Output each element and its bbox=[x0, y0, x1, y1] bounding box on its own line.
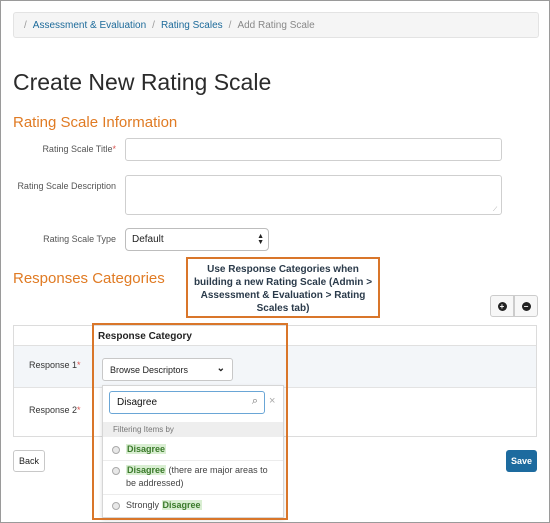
response-1-label: Response 1* bbox=[29, 360, 81, 370]
breadcrumb-link-assessment[interactable]: Assessment & Evaluation bbox=[33, 20, 146, 31]
plus-circle-icon: + bbox=[497, 301, 507, 311]
rating-scale-type-select[interactable]: Default ▲ ▼ bbox=[125, 228, 269, 251]
breadcrumb: / Assessment & Evaluation / Rating Scale… bbox=[13, 12, 539, 38]
rating-scale-title-label: Rating Scale Title* bbox=[42, 144, 116, 154]
breadcrumb-separator: / bbox=[228, 19, 232, 31]
rating-scale-description-label: Rating Scale Description bbox=[17, 181, 116, 191]
rating-scale-title-input[interactable] bbox=[125, 138, 502, 161]
page-title: Create New Rating Scale bbox=[13, 69, 272, 95]
breadcrumb-separator: / bbox=[152, 19, 155, 31]
annotation-callout: Use Response Categories when building a … bbox=[186, 257, 380, 318]
response-2-label: Response 2* bbox=[29, 405, 81, 415]
minus-circle-icon: − bbox=[521, 301, 531, 311]
rating-scale-type-value: Default bbox=[132, 234, 164, 245]
rating-scale-description-textarea[interactable] bbox=[125, 175, 502, 215]
breadcrumb-link-rating-scales[interactable]: Rating Scales bbox=[161, 20, 223, 31]
save-button[interactable]: Save bbox=[506, 450, 537, 472]
rating-scale-type-label: Rating Scale Type bbox=[43, 234, 116, 244]
remove-response-button[interactable]: − bbox=[514, 295, 538, 317]
page-frame: / Assessment & Evaluation / Rating Scale… bbox=[0, 0, 550, 523]
back-button[interactable]: Back bbox=[13, 450, 45, 472]
breadcrumb-current: Add Rating Scale bbox=[237, 19, 315, 31]
select-arrows-icon: ▲ ▼ bbox=[257, 233, 264, 246]
rating-scale-info-heading: Rating Scale Information bbox=[13, 114, 178, 131]
resize-handle-icon[interactable]: ⟋ bbox=[493, 207, 497, 214]
responses-categories-heading: Responses Categories bbox=[13, 270, 165, 287]
add-response-button[interactable]: + bbox=[490, 295, 514, 317]
breadcrumb-separator: / bbox=[24, 19, 27, 31]
response-category-highlight-box bbox=[92, 323, 288, 520]
